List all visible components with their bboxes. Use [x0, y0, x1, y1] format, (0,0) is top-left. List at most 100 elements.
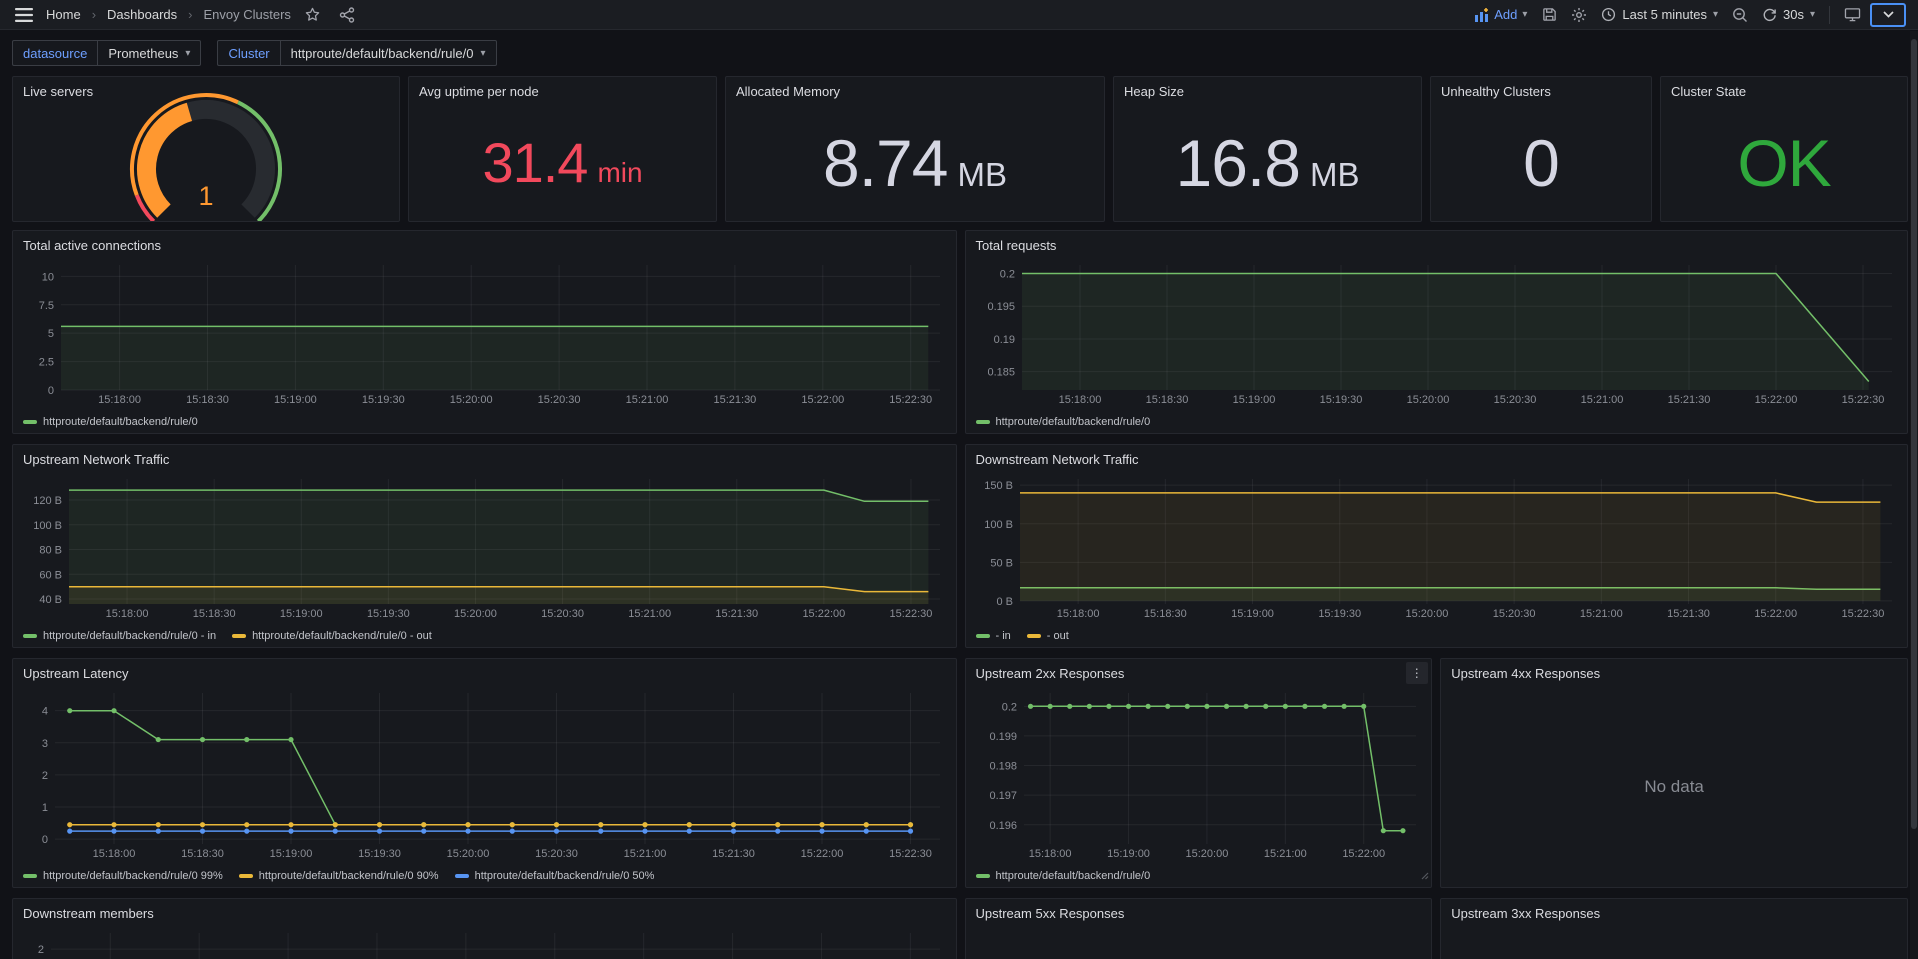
svg-text:15:19:30: 15:19:30 [358, 848, 401, 860]
svg-text:100 B: 100 B [984, 519, 1013, 531]
svg-text:0 B: 0 B [996, 596, 1013, 608]
panel-upstream-3xx: Upstream 3xx Responses [1440, 898, 1908, 959]
timeseries-plot[interactable]: 2 [21, 927, 948, 959]
timeseries-plot[interactable]: 15:18:0015:18:3015:19:0015:19:3015:20:00… [21, 473, 948, 621]
legend-item[interactable]: httproute/default/backend/rule/0 - out [232, 630, 432, 642]
svg-text:7.5: 7.5 [39, 300, 54, 312]
stat-unit: MB [1310, 158, 1360, 191]
svg-text:0.2: 0.2 [1001, 701, 1016, 713]
scrollbar-thumb[interactable] [1911, 39, 1917, 829]
timeseries-plot[interactable]: 15:18:0015:18:3015:19:0015:19:3015:20:00… [974, 473, 1900, 621]
panel-title[interactable]: Allocated Memory [726, 77, 850, 105]
legend-item[interactable]: httproute/default/backend/rule/0 99% [23, 870, 223, 882]
legend-label: httproute/default/backend/rule/0 - out [252, 630, 432, 642]
svg-text:15:20:00: 15:20:00 [454, 608, 497, 620]
legend-item[interactable]: httproute/default/backend/rule/0 [23, 416, 198, 428]
panel-menu-kebab-icon[interactable]: ⋮ [1406, 662, 1428, 684]
breadcrumb-dashboards[interactable]: Dashboards [107, 7, 177, 22]
cluster-variable-select[interactable]: httproute/default/backend/rule/0▾ [280, 40, 497, 66]
timeseries-plot[interactable]: 15:18:0015:18:3015:19:0015:19:3015:20:00… [21, 687, 948, 861]
panel-title[interactable]: Upstream 4xx Responses [1441, 659, 1610, 687]
panel-resize-handle[interactable] [1421, 867, 1429, 885]
svg-text:15:20:30: 15:20:30 [1492, 608, 1535, 620]
legend-swatch [976, 634, 990, 638]
datasource-variable-label: datasource [12, 40, 97, 66]
panel-live-servers: Live servers 1 [12, 76, 400, 222]
panel-title[interactable]: Unhealthy Clusters [1431, 77, 1561, 105]
svg-text:15:21:00: 15:21:00 [624, 848, 667, 860]
favorite-star-icon[interactable] [301, 3, 325, 27]
svg-text:50 B: 50 B [990, 557, 1013, 569]
panel-title[interactable]: Total active connections [13, 231, 171, 259]
panel-title[interactable]: Live servers [13, 77, 103, 105]
tv-mode-icon[interactable] [1840, 3, 1864, 27]
legend-item[interactable]: httproute/default/backend/rule/0 [976, 870, 1151, 882]
hamburger-menu-icon[interactable] [12, 3, 36, 27]
svg-text:60 B: 60 B [39, 569, 62, 581]
add-label: Add [1494, 7, 1517, 22]
panel-title[interactable]: Avg uptime per node [409, 77, 549, 105]
svg-text:15:21:30: 15:21:30 [1667, 608, 1710, 620]
svg-text:0: 0 [48, 385, 54, 397]
panel-title[interactable]: Heap Size [1114, 77, 1194, 105]
save-dashboard-icon[interactable] [1537, 3, 1561, 27]
breadcrumb-current: Envoy Clusters [203, 7, 290, 22]
datasource-variable-select[interactable]: Prometheus▾ [97, 40, 201, 66]
panel-title[interactable]: Downstream Network Traffic [966, 445, 1149, 473]
chevron-down-icon: ▾ [1810, 9, 1815, 20]
panel-title[interactable]: Upstream 3xx Responses [1441, 899, 1610, 927]
svg-text:15:21:30: 15:21:30 [1667, 394, 1710, 406]
stat-value: OK [1737, 125, 1830, 201]
timeseries-plot[interactable]: 15:18:0015:18:3015:19:0015:19:3015:20:00… [21, 259, 948, 407]
panel-title[interactable]: Cluster State [1661, 77, 1756, 105]
panel-downstream-members: Downstream members 2 [12, 898, 957, 959]
legend-swatch [455, 874, 469, 878]
legend-item[interactable]: httproute/default/backend/rule/0 50% [455, 870, 655, 882]
legend-item[interactable]: httproute/default/backend/rule/0 90% [239, 870, 439, 882]
svg-text:15:18:30: 15:18:30 [186, 394, 229, 406]
svg-text:150 B: 150 B [984, 480, 1013, 492]
svg-text:0.196: 0.196 [989, 820, 1017, 832]
panel-title[interactable]: Downstream members [13, 899, 164, 927]
svg-text:0.199: 0.199 [989, 731, 1017, 743]
legend-label: httproute/default/backend/rule/0 [996, 416, 1151, 428]
share-icon[interactable] [335, 3, 359, 27]
svg-text:15:22:30: 15:22:30 [890, 608, 933, 620]
panel-title[interactable]: Total requests [966, 231, 1067, 259]
legend-item[interactable]: - in [976, 630, 1011, 642]
grafana-dashboard: Home › Dashboards › Envoy Clusters Add ▾ [0, 0, 1918, 959]
dashboard-settings-gear-icon[interactable] [1567, 3, 1591, 27]
timeseries-plot[interactable]: 15:18:0015:18:3015:19:0015:19:3015:20:00… [974, 259, 1900, 407]
panel-title[interactable]: Upstream Latency [13, 659, 139, 687]
cycle-view-mode-button[interactable] [1870, 3, 1906, 27]
svg-text:4: 4 [42, 706, 48, 718]
panel-title[interactable]: Upstream 2xx Responses [966, 659, 1135, 687]
zoom-out-time-icon[interactable] [1728, 3, 1752, 27]
no-data-message: No data [1441, 687, 1907, 887]
time-range-picker[interactable]: Last 5 minutes ▾ [1597, 7, 1722, 22]
panel-title[interactable]: Upstream Network Traffic [13, 445, 179, 473]
svg-text:15:22:00: 15:22:00 [801, 848, 844, 860]
svg-text:15:21:00: 15:21:00 [626, 394, 669, 406]
breadcrumb-home[interactable]: Home [46, 7, 81, 22]
legend-item[interactable]: - out [1027, 630, 1069, 642]
svg-text:120 B: 120 B [33, 495, 62, 507]
legend-item[interactable]: httproute/default/backend/rule/0 [976, 416, 1151, 428]
svg-text:15:20:00: 15:20:00 [447, 848, 490, 860]
svg-text:15:21:30: 15:21:30 [713, 394, 756, 406]
refresh-picker[interactable]: 30s ▾ [1758, 7, 1819, 22]
add-button[interactable]: Add ▾ [1470, 7, 1531, 22]
svg-text:15:20:00: 15:20:00 [1406, 394, 1449, 406]
timeseries-plot[interactable]: 15:18:0015:19:0015:20:0015:21:0015:22:00… [974, 687, 1424, 861]
svg-text:15:19:30: 15:19:30 [362, 394, 405, 406]
svg-text:15:22:00: 15:22:00 [802, 608, 845, 620]
legend-item[interactable]: httproute/default/backend/rule/0 - in [23, 630, 216, 642]
svg-text:0: 0 [42, 834, 48, 846]
dashboard-grid: Live servers 1 Avg uptime per node 31.4 … [12, 76, 1908, 959]
legend-swatch [976, 874, 990, 878]
panel-title[interactable]: Upstream 5xx Responses [966, 899, 1135, 927]
svg-text:15:21:00: 15:21:00 [1263, 848, 1306, 860]
panel-heap-size: Heap Size 16.8 MB [1113, 76, 1422, 222]
chart-legend: httproute/default/backend/rule/0 [23, 416, 198, 428]
svg-text:15:22:00: 15:22:00 [1342, 848, 1385, 860]
